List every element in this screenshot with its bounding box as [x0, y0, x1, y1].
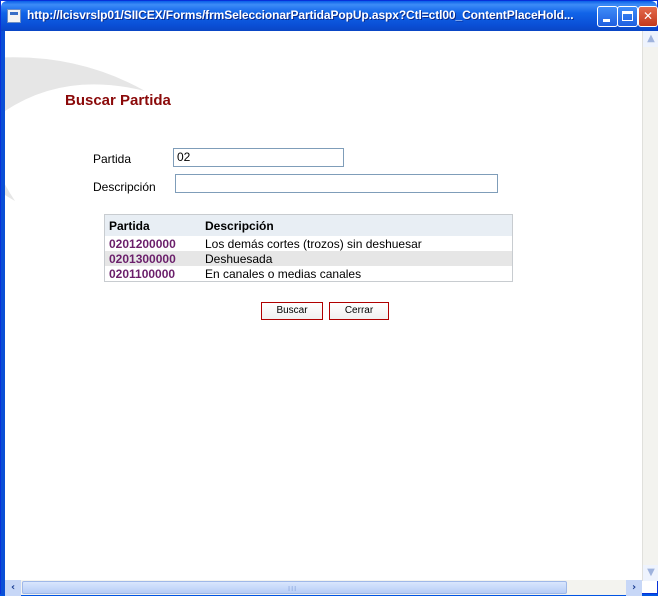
horizontal-scrollbar[interactable]: ‹ III ›	[5, 580, 642, 596]
vertical-scrollbar[interactable]: ▲ ▼	[642, 31, 658, 581]
popup-window: http://lcisvrslp01/SIICEX/Forms/frmSelec…	[0, 0, 658, 596]
descripcion-label: Descripción	[93, 180, 156, 194]
window-title: http://lcisvrslp01/SIICEX/Forms/frmSelec…	[27, 8, 574, 22]
close-button[interactable]: ✕	[638, 6, 658, 27]
buscar-button[interactable]: Buscar	[261, 302, 323, 320]
minimize-icon	[603, 19, 610, 22]
maximize-icon	[622, 11, 633, 21]
partida-input[interactable]: 02	[173, 148, 344, 167]
page-title: Buscar Partida	[65, 92, 171, 109]
scroll-grip: III	[288, 585, 298, 593]
partida-label: Partida	[93, 152, 132, 166]
minimize-button[interactable]	[597, 6, 618, 27]
partida-code-link[interactable]: 0201200000	[105, 236, 202, 251]
scroll-up-arrow-icon[interactable]: ▲	[643, 31, 658, 47]
descripcion-input[interactable]	[175, 174, 498, 193]
maximize-button[interactable]	[617, 6, 638, 27]
table-row[interactable]: 0201300000 Deshuesada	[104, 251, 513, 266]
results-table: Partida Descripción 0201200000 Los demás…	[104, 214, 513, 282]
partida-description: En canales o medias canales	[205, 266, 362, 281]
scroll-down-arrow-icon[interactable]: ▼	[643, 565, 658, 581]
table-header-row: Partida Descripción	[104, 214, 513, 236]
column-header-descripcion: Descripción	[201, 214, 513, 236]
cerrar-button[interactable]: Cerrar	[329, 302, 389, 320]
table-row[interactable]: 0201100000 En canales o medias canales	[105, 266, 513, 282]
partida-code-link[interactable]: 0201100000	[105, 266, 202, 282]
page-content: Buscar Partida Partida 02 Descripción Pa…	[5, 31, 642, 581]
horizontal-scroll-thumb[interactable]: III	[22, 581, 567, 594]
partida-code-link[interactable]: 0201300000	[104, 251, 201, 266]
column-header-partida: Partida	[104, 214, 201, 236]
title-bar[interactable]: http://lcisvrslp01/SIICEX/Forms/frmSelec…	[1, 1, 658, 31]
partida-description: Deshuesada	[201, 251, 513, 266]
partida-description: Los demás cortes (trozos) sin deshuesar	[205, 236, 422, 251]
browser-page-icon	[7, 9, 21, 23]
close-icon: ✕	[642, 9, 654, 23]
table-row[interactable]: 0201200000 Los demás cortes (trozos) sin…	[105, 236, 513, 251]
